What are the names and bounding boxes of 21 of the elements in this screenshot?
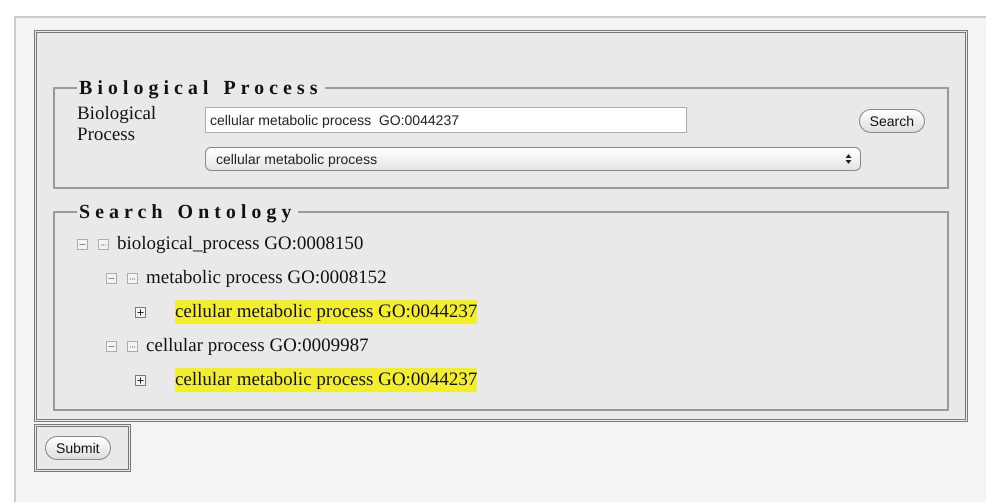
tree-node-label[interactable]: metabolic process GO:0008152 [146,266,387,290]
tree-node-label[interactable]: cellular process GO:0009987 [146,334,369,358]
tree-node-label[interactable]: biological_process GO:0008150 [117,232,364,256]
tree-node-label[interactable]: cellular metabolic process GO:0044237 [175,300,478,324]
expand-icon[interactable] [135,306,146,318]
submit-button[interactable]: Submit [45,436,111,460]
folder-node-icon [127,272,138,284]
search-button[interactable]: Search [858,109,925,133]
section-title: Biological Process [78,76,324,101]
field-label: Biological Process [77,103,158,145]
process-select[interactable]: cellular metabolic process [205,147,861,171]
collapse-icon[interactable] [77,238,88,250]
stepper-icon [845,153,852,165]
search-field[interactable]: cellular metabolic process GO:0044237 [205,107,687,133]
section-title: Search Ontology [78,200,298,225]
collapse-icon[interactable] [106,272,117,284]
folder-node-icon [98,238,109,250]
collapse-icon[interactable] [106,340,117,352]
expand-icon[interactable] [135,374,146,386]
folder-node-icon [127,340,138,352]
tree-node-label[interactable]: cellular metabolic process GO:0044237 [175,368,478,392]
